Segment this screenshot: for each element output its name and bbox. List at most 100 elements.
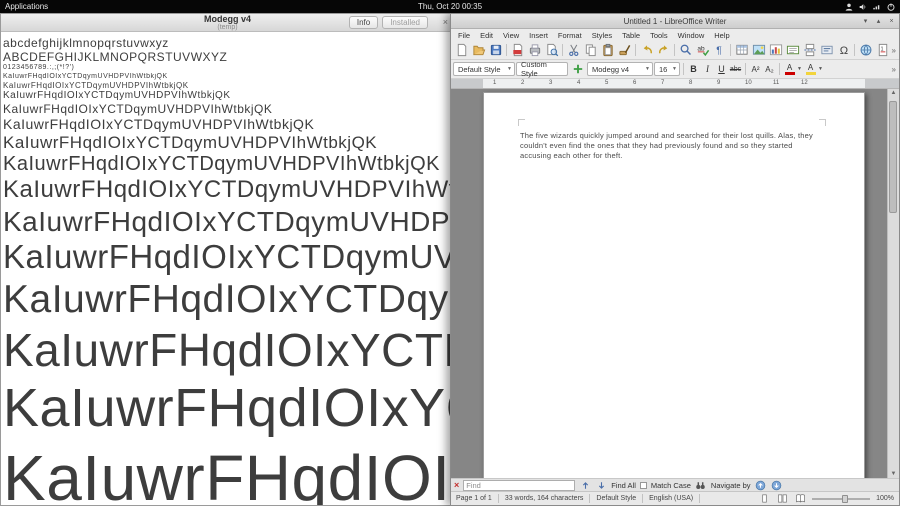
svg-text:Ω: Ω <box>839 45 847 57</box>
font-color-dropdown-icon[interactable]: ▼ <box>797 66 803 72</box>
find-previous-button[interactable] <box>579 479 591 491</box>
toolbar-insert-hyperlink-button[interactable] <box>857 42 874 59</box>
network-icon[interactable] <box>871 1 882 12</box>
toolbar-paste-button[interactable] <box>599 42 616 59</box>
navigate-next-button[interactable] <box>771 479 783 491</box>
menu-format[interactable]: Format <box>553 31 587 40</box>
page-count[interactable]: Page 1 of 1 <box>456 495 492 502</box>
font-color-button[interactable]: A <box>783 64 796 75</box>
toolbar-insert-chart-button[interactable] <box>767 42 784 59</box>
info-button[interactable]: Info <box>349 16 378 29</box>
toolbar-insert-table-button[interactable] <box>733 42 750 59</box>
document-text[interactable]: The five wizards quickly jumped around a… <box>520 131 822 160</box>
page-style[interactable]: Default Style <box>596 495 636 502</box>
highlight-dropdown-icon[interactable]: ▼ <box>818 66 824 72</box>
menu-file[interactable]: File <box>453 31 475 40</box>
strikethrough-button[interactable]: abc <box>729 66 742 73</box>
toolbar-formatting-marks-button[interactable]: ¶ <box>711 42 728 59</box>
toolbar-print-button[interactable] <box>526 42 543 59</box>
font-viewer-headerbar[interactable]: Modegg v4 (temp) Info Installed × <box>1 14 454 32</box>
installed-button[interactable]: Installed <box>382 16 428 29</box>
vertical-scrollbar[interactable]: ▲ ▼ <box>887 89 899 478</box>
navigate-previous-button[interactable] <box>755 479 767 491</box>
toolbar-separator <box>635 44 636 56</box>
applications-menu[interactable]: Applications <box>0 2 48 11</box>
find-input[interactable] <box>463 480 575 491</box>
menu-tools[interactable]: Tools <box>645 31 673 40</box>
text-language[interactable]: English (USA) <box>649 495 693 502</box>
minimize-icon[interactable]: ▾ <box>861 17 870 25</box>
statusbar-divider <box>498 494 499 503</box>
find-all-button[interactable]: Find All <box>611 481 636 490</box>
user-icon[interactable] <box>843 1 854 12</box>
menu-styles[interactable]: Styles <box>587 31 617 40</box>
zoom-level[interactable]: 100% <box>876 495 894 502</box>
text-boundary-corner <box>518 119 525 126</box>
volume-icon[interactable] <box>857 1 868 12</box>
toolbar-undo-button[interactable] <box>638 42 655 59</box>
clock[interactable]: Thu, Oct 20 00:35 <box>418 2 482 11</box>
match-case-checkbox[interactable] <box>640 482 647 489</box>
toolbar-insert-image-button[interactable] <box>750 42 767 59</box>
toolbar-spelling-button[interactable]: ab <box>694 42 711 59</box>
toolbar-special-character-button[interactable]: Ω <box>835 42 852 59</box>
toolbar-insert-field-button[interactable] <box>818 42 835 59</box>
formatting-overflow-button[interactable]: » <box>889 60 899 78</box>
menu-insert[interactable]: Insert <box>524 31 553 40</box>
scroll-up-icon[interactable]: ▲ <box>888 90 899 96</box>
find-and-replace-icon[interactable] <box>695 479 707 491</box>
scroll-down-icon[interactable]: ▼ <box>888 471 899 477</box>
ruler-number: 4 <box>577 80 580 86</box>
toolbar-insert-textbox-button[interactable] <box>784 42 801 59</box>
find-next-button[interactable] <box>595 479 607 491</box>
waterfall-line-12px: KaIuwrFHqdIOIxYCTDqymUVHDPVIhWtbkjQK <box>3 102 452 116</box>
toolbar-new-document-button[interactable] <box>453 42 470 59</box>
paragraph-style-combo[interactable]: Default Style ▼ <box>453 62 515 76</box>
toolbar-overflow-button[interactable]: » <box>889 41 899 59</box>
ruler-number: 9 <box>717 80 720 86</box>
toolbar-redo-button[interactable] <box>655 42 672 59</box>
book-view-button[interactable] <box>794 493 806 505</box>
toolbar-page-break-button[interactable] <box>801 42 818 59</box>
custom-style-combo[interactable]: Custom Style <box>516 62 568 76</box>
close-icon[interactable]: × <box>887 18 896 25</box>
writer-titlebar[interactable]: Untitled 1 - LibreOffice Writer ▾ ▴ × <box>451 14 899 29</box>
maximize-icon[interactable]: ▴ <box>874 17 883 25</box>
toolbar-copy-button[interactable] <box>582 42 599 59</box>
find-close-icon[interactable]: × <box>454 481 459 490</box>
zoom-slider[interactable] <box>812 498 870 500</box>
waterfall: KaIuwrFHqdIOIxYCTDqymUVHDPVIhWtbkjQKKaIu… <box>3 73 452 505</box>
font-name-combo[interactable]: Modegg v4 ▼ <box>587 62 653 76</box>
chevron-down-icon: ▼ <box>504 66 512 72</box>
toolbar-find-replace-button[interactable] <box>677 42 694 59</box>
underline-button[interactable]: U <box>715 64 728 74</box>
toolbar-save-button[interactable] <box>487 42 504 59</box>
font-viewer-close-icon[interactable]: × <box>443 17 448 27</box>
superscript-button[interactable]: A² <box>749 65 762 74</box>
zoom-slider-thumb[interactable] <box>842 495 848 503</box>
multi-page-view-button[interactable] <box>776 493 788 505</box>
power-icon[interactable] <box>885 1 896 12</box>
page[interactable]: The five wizards quickly jumped around a… <box>483 92 865 478</box>
toolbar-open-button[interactable] <box>470 42 487 59</box>
menu-table[interactable]: Table <box>617 31 645 40</box>
menu-view[interactable]: View <box>498 31 524 40</box>
toolbar-clone-formatting-button[interactable] <box>616 42 633 59</box>
highlight-color-button[interactable]: A <box>804 64 817 75</box>
font-viewer-title: Modegg v4 <box>204 15 251 24</box>
toolbar-print-preview-button[interactable] <box>543 42 560 59</box>
new-style-button[interactable] <box>569 61 586 78</box>
menu-edit[interactable]: Edit <box>475 31 498 40</box>
italic-button[interactable]: I <box>701 64 714 74</box>
toolbar-cut-button[interactable] <box>565 42 582 59</box>
word-count[interactable]: 33 words, 164 characters <box>505 495 584 502</box>
toolbar-export-pdf-button[interactable] <box>509 42 526 59</box>
bold-button[interactable]: B <box>687 64 700 74</box>
single-page-view-button[interactable] <box>758 493 770 505</box>
menu-window[interactable]: Window <box>673 31 710 40</box>
menu-help[interactable]: Help <box>709 31 734 40</box>
scrollbar-thumb[interactable] <box>889 101 897 213</box>
subscript-button[interactable]: A₂ <box>763 65 776 74</box>
ruler[interactable]: 123456789101112 <box>451 79 899 89</box>
font-size-combo[interactable]: 16 ▼ <box>654 62 680 76</box>
